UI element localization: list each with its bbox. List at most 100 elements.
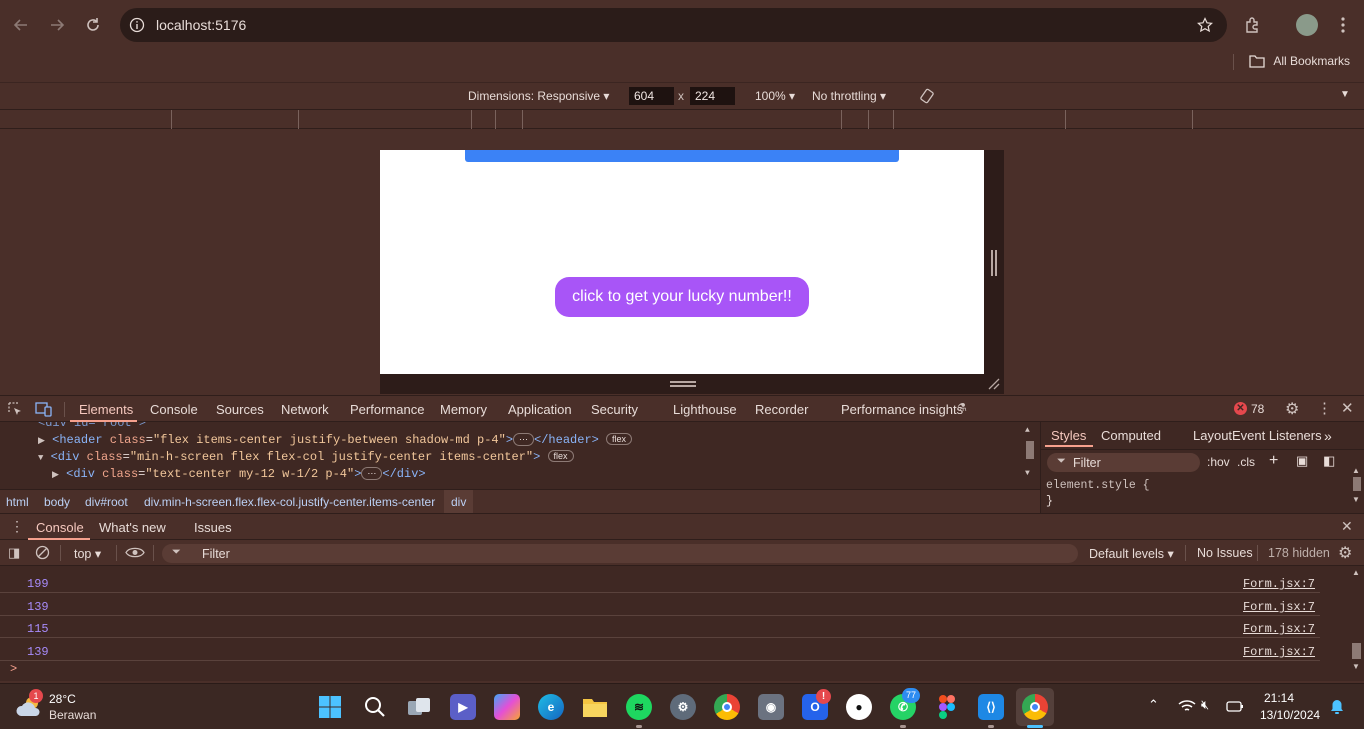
edge-icon[interactable]: e <box>538 694 564 720</box>
spotify-icon[interactable]: ≋ <box>626 694 652 720</box>
expand-arrow-icon[interactable]: ▶ <box>52 470 59 480</box>
camera-icon[interactable]: ◉ <box>758 694 784 720</box>
tab-styles[interactable]: Styles <box>1051 428 1086 443</box>
lucky-number-button[interactable]: click to get your lucky number!! <box>555 277 809 317</box>
paint-icon[interactable]: ▣ <box>1296 453 1308 469</box>
drawer-menu-icon[interactable]: ⋮ <box>10 518 24 535</box>
collapse-arrow-icon[interactable]: ▼ <box>38 453 43 463</box>
clear-console-icon[interactable] <box>35 545 50 560</box>
inspect-icon[interactable] <box>8 402 23 417</box>
width-input[interactable]: 604 <box>629 87 674 105</box>
zoom-dropdown[interactable]: 100% ▾ <box>755 89 795 103</box>
styles-scrollbar[interactable]: ▲ ▼ <box>1352 466 1362 511</box>
error-count[interactable]: 78 <box>1251 402 1264 416</box>
flex-badge[interactable]: flex <box>606 433 633 445</box>
cls-toggle[interactable]: .cls <box>1237 455 1255 469</box>
breadcrumb-item[interactable]: body <box>44 495 70 509</box>
throttling-dropdown[interactable]: No throttling ▾ <box>812 89 886 103</box>
resize-handle-bottom[interactable] <box>380 374 984 394</box>
scroll-thumb[interactable] <box>1352 643 1361 659</box>
tab-sources[interactable]: Sources <box>216 402 264 417</box>
chrome-icon[interactable] <box>714 694 740 720</box>
back-button[interactable] <box>8 12 34 38</box>
tab-network[interactable]: Network <box>281 402 329 417</box>
tab-recorder[interactable]: Recorder <box>755 402 808 417</box>
tab-layout[interactable]: Layout <box>1193 428 1232 443</box>
breadcrumb-item-active[interactable]: div <box>444 490 474 513</box>
console-settings-gear-icon[interactable]: ⚙ <box>1338 543 1352 563</box>
chrome-profile-icon[interactable] <box>1022 694 1048 720</box>
tab-console[interactable]: Console <box>150 402 198 417</box>
tab-memory[interactable]: Memory <box>440 402 487 417</box>
reload-button[interactable] <box>80 12 106 38</box>
tab-performance-insights[interactable]: Performance insights <box>841 402 963 417</box>
flex-badge[interactable]: flex <box>547 450 574 462</box>
scroll-down-icon[interactable]: ▼ <box>1352 662 1364 671</box>
scroll-up-icon[interactable]: ▲ <box>1352 466 1362 475</box>
tab-event-listeners[interactable]: Event Listeners <box>1232 428 1322 443</box>
log-levels-dropdown[interactable]: Default levels ▾ <box>1089 546 1174 561</box>
log-source-link[interactable]: Form.jsx:7 <box>1243 577 1315 591</box>
rotate-icon[interactable] <box>918 87 936 105</box>
dom-line-root[interactable]: <div id="root"> <box>38 422 146 430</box>
tab-computed[interactable]: Computed <box>1101 428 1161 443</box>
settings-gear-icon[interactable]: ⚙ <box>1285 399 1299 419</box>
resize-handle-right[interactable] <box>984 150 1004 394</box>
browser-menu-button[interactable] <box>1330 12 1356 38</box>
tab-lighthouse[interactable]: Lighthouse <box>673 402 737 417</box>
drawer-tab-whats-new[interactable]: What's new <box>99 520 166 535</box>
tab-application[interactable]: Application <box>508 402 572 417</box>
height-input[interactable]: 224 <box>690 87 735 105</box>
profile-avatar[interactable] <box>1296 14 1318 36</box>
ellipsis-badge[interactable]: ⋯ <box>361 467 383 480</box>
clock-time[interactable]: 21:14 <box>1264 691 1294 705</box>
address-bar[interactable]: localhost:5176 <box>120 8 1227 42</box>
dom-line-container[interactable]: ▼ <div class="min-h-screen flex flex-col… <box>38 450 574 464</box>
forward-button[interactable] <box>44 12 70 38</box>
tab-performance[interactable]: Performance <box>350 402 424 417</box>
console-prompt[interactable]: > <box>10 662 17 676</box>
speaker-muted-icon[interactable]: 🔇︎ <box>1201 697 1209 713</box>
scroll-down-icon[interactable]: ▼ <box>1025 469 1035 478</box>
dom-scrollbar[interactable]: ▲ ▼ <box>1025 426 1035 486</box>
console-filter-input[interactable]: ⏷ Filter <box>162 544 1078 563</box>
extensions-button[interactable] <box>1240 12 1266 38</box>
device-more-icon[interactable]: ▼ <box>1340 89 1350 100</box>
close-devtools-icon[interactable]: ✕ <box>1341 399 1354 417</box>
log-source-link[interactable]: Form.jsx:7 <box>1243 600 1315 614</box>
chevron-up-icon[interactable]: ⌃ <box>1148 697 1159 713</box>
drawer-tab-console[interactable]: Console <box>36 520 84 535</box>
scroll-up-icon[interactable]: ▲ <box>1352 568 1364 577</box>
hov-toggle[interactable]: :hov <box>1207 455 1230 469</box>
clock-date[interactable]: 13/10/2024 <box>1260 708 1320 722</box>
all-bookmarks-button[interactable]: All Bookmarks <box>1249 54 1350 68</box>
chat-app-icon[interactable]: ▶ <box>450 694 476 720</box>
breadcrumb-item[interactable]: div.min-h-screen.flex.flex-col.justify-c… <box>144 495 435 509</box>
log-source-link[interactable]: Form.jsx:7 <box>1243 622 1315 636</box>
close-drawer-icon[interactable]: ✕ <box>1341 518 1353 535</box>
issues-button[interactable]: No Issues <box>1197 546 1253 560</box>
add-rule-icon[interactable]: + <box>1269 452 1278 470</box>
devtools-menu-icon[interactable]: ⋮ <box>1317 399 1332 417</box>
device-mode-icon[interactable] <box>35 402 52 417</box>
file-explorer-icon[interactable] <box>582 694 608 720</box>
wifi-icon[interactable] <box>1178 699 1196 713</box>
sidebar-toggle-icon[interactable]: ◧ <box>1323 453 1335 469</box>
sidebar-toggle-icon[interactable]: ◨ <box>8 545 20 561</box>
vscode-icon[interactable]: ⟨⟩ <box>978 694 1004 720</box>
scroll-thumb[interactable] <box>1353 477 1361 491</box>
scroll-down-icon[interactable]: ▼ <box>1352 495 1362 504</box>
more-tabs-icon[interactable]: » <box>1324 428 1332 444</box>
scroll-up-icon[interactable]: ▲ <box>1025 426 1035 435</box>
dom-line-text-center[interactable]: ▶ <div class="text-center my-12 w-1/2 p-… <box>52 467 426 481</box>
tab-security[interactable]: Security <box>591 402 638 417</box>
drawer-tab-issues[interactable]: Issues <box>194 520 232 535</box>
dimensions-dropdown[interactable]: Dimensions: Responsive ▾ <box>468 89 609 103</box>
battery-icon[interactable] <box>1226 699 1244 713</box>
scroll-thumb[interactable] <box>1026 441 1034 459</box>
start-button[interactable] <box>317 694 343 720</box>
resize-corner-icon[interactable] <box>988 378 1000 390</box>
task-view-button[interactable] <box>406 694 432 720</box>
tab-elements[interactable]: Elements <box>79 402 133 417</box>
eye-icon[interactable] <box>125 546 145 559</box>
